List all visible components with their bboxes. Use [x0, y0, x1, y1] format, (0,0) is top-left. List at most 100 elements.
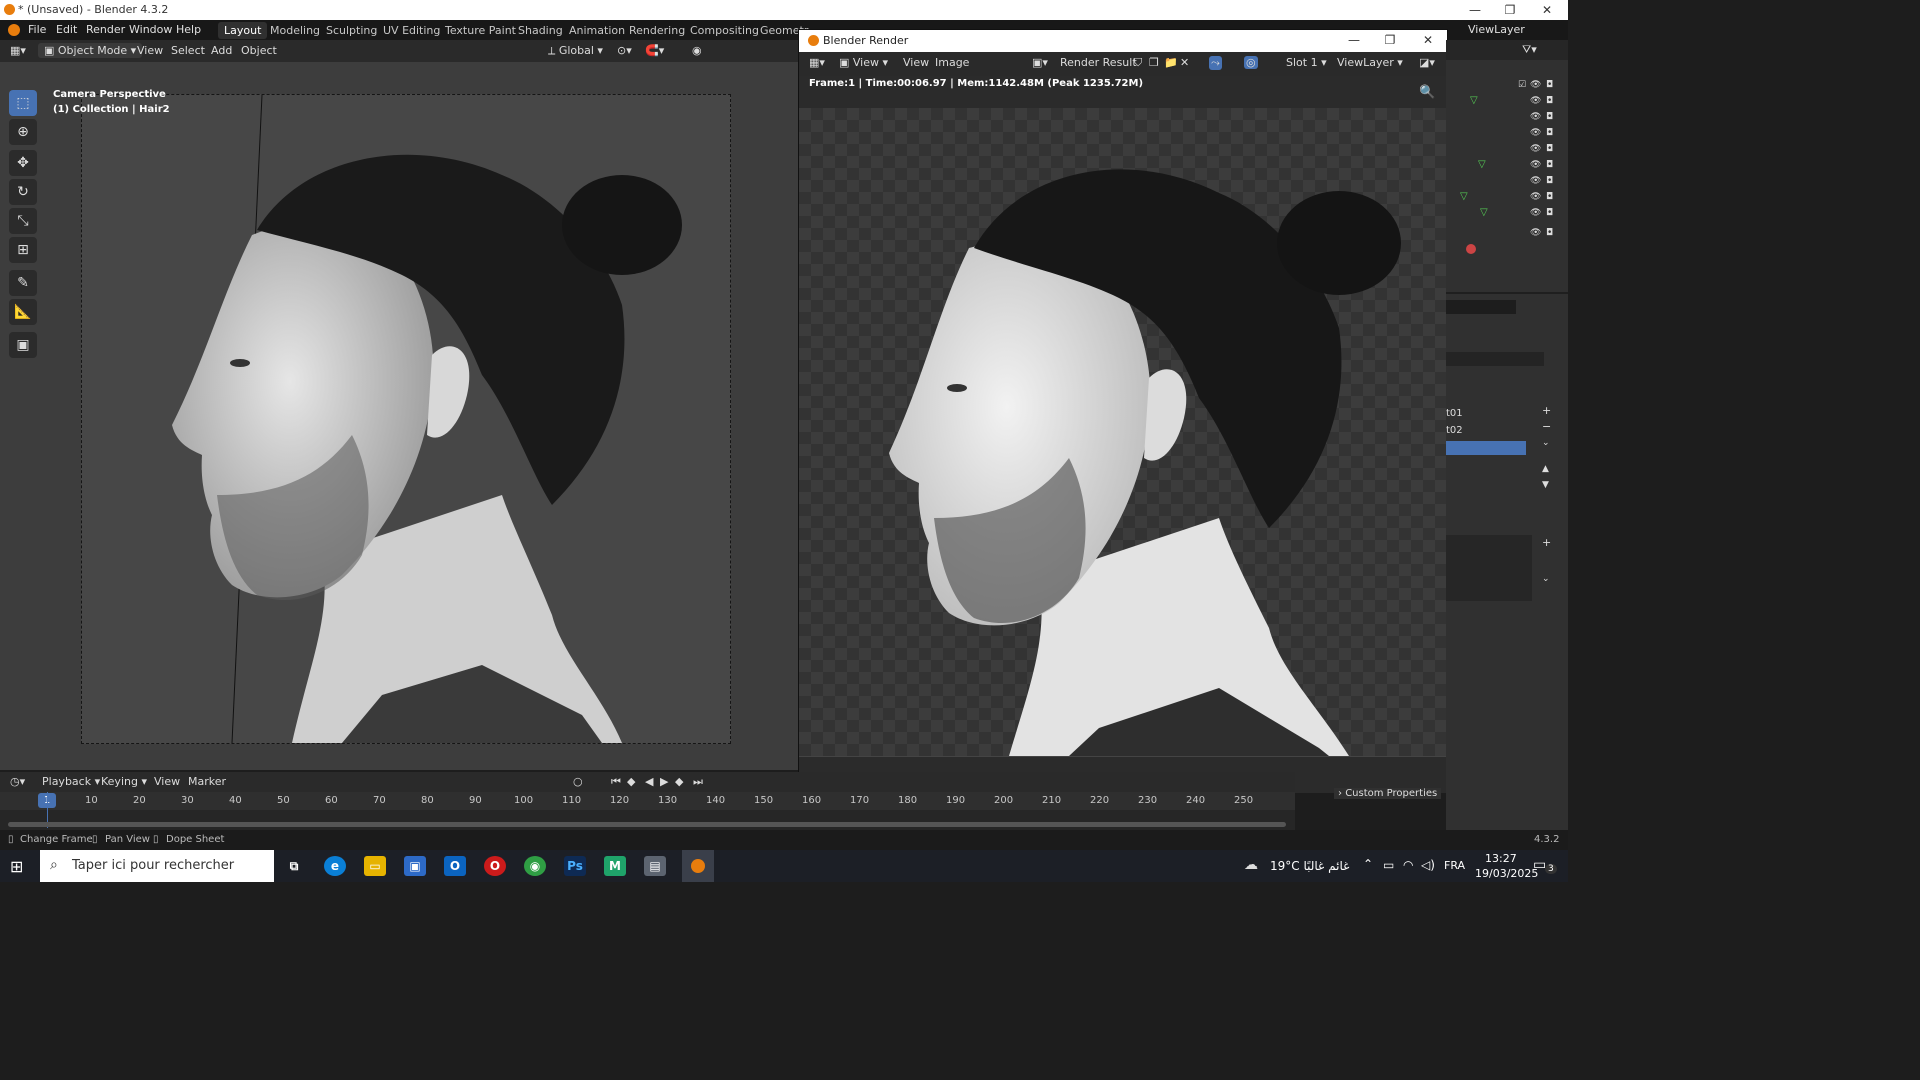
maximize-button[interactable]: ❐ [1495, 0, 1525, 20]
cursor-tool-icon[interactable]: ⊕ [9, 119, 37, 145]
timeline-keying-menu[interactable]: Keying ▾ [101, 775, 147, 788]
clock-time[interactable]: 13:27 [1485, 852, 1517, 865]
eye-icon[interactable]: 👁 [1530, 96, 1541, 106]
tab-compositing[interactable]: Compositing [684, 22, 765, 39]
timeline-playback-menu[interactable]: Playback ▾ [42, 775, 100, 788]
image-view-dropdown[interactable]: ▣ View ▾ [839, 56, 888, 69]
wifi-icon[interactable]: ◠ [1403, 858, 1413, 872]
record-icon[interactable]: ○ [573, 775, 583, 788]
viewport-menu-add[interactable]: Add [211, 44, 232, 57]
language-indicator[interactable]: FRA [1444, 859, 1465, 872]
render-view-layer-dropdown[interactable]: ViewLayer ▾ [1337, 56, 1403, 69]
viewport-menu-view[interactable]: View [137, 44, 163, 57]
camera-icon[interactable]: ◘ [1546, 208, 1556, 218]
outliner-row[interactable]: 👁 ◘ [1446, 226, 1568, 242]
eye-icon[interactable]: 👁 [1530, 160, 1541, 170]
timeline-marker-menu[interactable]: Marker [188, 775, 226, 788]
uv-map-item-2[interactable]: t02 [1446, 425, 1463, 436]
file-explorer-icon[interactable]: ▭ [364, 856, 386, 876]
outliner-row[interactable]: ▽ 👁 ◘ [1446, 206, 1568, 222]
eye-icon[interactable]: 👁 [1530, 176, 1541, 186]
outliner-row[interactable]: 👁 ◘ [1446, 126, 1568, 142]
render-window[interactable]: Blender Render — ❐ ✕ ▦▾ ▣ View ▾ View Im… [798, 29, 1448, 793]
chrome-icon[interactable]: ◉ [524, 856, 546, 876]
eye-icon[interactable]: 👁 [1530, 208, 1541, 218]
photoshop-icon[interactable]: Ps [564, 856, 586, 876]
move-tool-icon[interactable]: ✥ [9, 150, 37, 176]
uv-map-item-selected[interactable] [1446, 441, 1526, 455]
viewport-menu-select[interactable]: Select [171, 44, 205, 57]
outliner-row[interactable]: ▽ 👁 ◘ [1446, 190, 1568, 206]
notification-icon[interactable]: ▭ [1533, 857, 1546, 873]
eye-icon[interactable]: 👁 [1530, 144, 1541, 154]
sample-tool-icon[interactable]: ⤳ [1209, 56, 1222, 70]
3d-viewport[interactable]: Camera Perspective (1) Collection | Hair… [0, 62, 800, 770]
play-reverse-icon[interactable]: ◀ [645, 775, 653, 788]
timeline-body[interactable] [0, 792, 1295, 830]
editor-type-icon[interactable]: ▦▾ [809, 56, 825, 69]
add-cube-tool-icon[interactable]: ▣ [9, 332, 37, 358]
menu-help[interactable]: Help [176, 23, 201, 36]
outliner-row[interactable]: 👁 ◘ [1446, 110, 1568, 126]
outliner-row[interactable]: 👁 ◘ [1446, 142, 1568, 158]
volume-icon[interactable]: ◁) [1421, 858, 1435, 872]
minimize-button[interactable]: — [1460, 0, 1490, 20]
annotate-tool-icon[interactable]: ✎ [9, 270, 37, 296]
rotate-tool-icon[interactable]: ↻ [9, 179, 37, 205]
render-maximize-button[interactable]: ❐ [1375, 30, 1405, 50]
outliner-row[interactable]: ▽ 👁 ◘ [1446, 94, 1568, 110]
chevron-up-icon[interactable]: ⌃ [1363, 857, 1373, 871]
display-channels-icon[interactable]: ◪▾ [1419, 56, 1435, 69]
pivot-icon[interactable]: ⊙▾ [617, 44, 632, 57]
render-result-name[interactable]: Render Result [1060, 56, 1137, 69]
transform-tool-icon[interactable]: ⊞ [9, 237, 37, 263]
select-box-tool-icon[interactable]: ⬚ [9, 90, 37, 116]
custom-properties-panel[interactable]: › Custom Properties [1334, 788, 1442, 799]
image-browse-icon[interactable]: ▣▾ [1032, 56, 1048, 69]
tab-uv-editing[interactable]: UV Editing [377, 22, 446, 39]
battery-icon[interactable]: ▭ [1383, 858, 1394, 872]
jump-start-icon[interactable]: ⏮ [611, 775, 621, 789]
properties-outliner-panel[interactable]: ⛛▾ ☑ 👁 ◘ ▽ 👁 ◘ 👁 ◘ 👁 ◘ 👁 ◘ ▽ 👁 ◘ 👁 ◘ ▽ 👁 ◘ ▽ 👁 ◘ 👁 ◘ t0… [1334, 40, 1568, 830]
slot-dropdown[interactable]: Slot 1 ▾ [1286, 56, 1327, 69]
image-menu-view[interactable]: View [903, 56, 929, 69]
open-image-icon[interactable]: 📁 [1164, 56, 1178, 69]
eye-icon[interactable]: 👁 [1530, 128, 1541, 138]
taskbar-search-box[interactable]: ⌕ Taper ici pour rechercher [40, 850, 274, 882]
fake-user-icon[interactable]: ⛉ [1134, 56, 1142, 70]
eye-icon[interactable]: 👁 [1530, 80, 1541, 90]
outliner-row[interactable]: 👁 ◘ [1446, 174, 1568, 190]
scale-tool-icon[interactable]: ⤡ [9, 208, 37, 234]
timeline-scrollbar[interactable] [8, 822, 1286, 827]
tab-modeling[interactable]: Modeling [264, 22, 326, 39]
remove-icon[interactable]: − [1542, 420, 1551, 433]
weather-text[interactable]: 19°C غائم غالبًا [1270, 859, 1349, 873]
duplicate-image-icon[interactable]: ❐ [1149, 56, 1159, 69]
timeline-view-menu[interactable]: View [154, 775, 180, 788]
measure-tool-icon[interactable]: 📐 [9, 299, 37, 325]
render-close-button[interactable]: ✕ [1413, 30, 1443, 50]
move-up-icon[interactable]: ▲ [1542, 464, 1549, 474]
menu-window[interactable]: Window [129, 23, 172, 36]
attribute-list[interactable] [1446, 535, 1532, 601]
transform-orientation-dropdown[interactable]: ⟂ Global ▾ [548, 44, 603, 58]
menu-file[interactable]: File [28, 23, 46, 36]
blender-menu-icon[interactable] [8, 24, 20, 36]
outliner-row[interactable]: ☑ 👁 ◘ [1446, 78, 1568, 94]
blender-taskbar-icon[interactable] [682, 850, 714, 882]
outlook-icon[interactable]: O [444, 856, 466, 876]
clock-date[interactable]: 19/03/2025 [1475, 867, 1538, 880]
camera-icon[interactable]: ◘ [1546, 192, 1556, 202]
menu-edit[interactable]: Edit [56, 23, 77, 36]
camera-icon[interactable]: ◘ [1546, 112, 1556, 122]
filter-icon[interactable]: ⛛▾ [1522, 43, 1537, 57]
properties-search[interactable] [1446, 300, 1516, 314]
camera-icon[interactable]: ◘ [1546, 144, 1556, 154]
chevron-down-icon[interactable]: ⌄ [1542, 438, 1550, 448]
jump-end-icon[interactable]: ⏭ [693, 775, 703, 789]
uv-name-field[interactable] [1446, 352, 1544, 366]
uv-map-item-1[interactable]: t01 [1446, 408, 1463, 419]
play-icon[interactable]: ▶ [660, 775, 668, 788]
close-button[interactable]: ✕ [1532, 0, 1562, 20]
tab-texture-paint[interactable]: Texture Paint [439, 22, 522, 39]
